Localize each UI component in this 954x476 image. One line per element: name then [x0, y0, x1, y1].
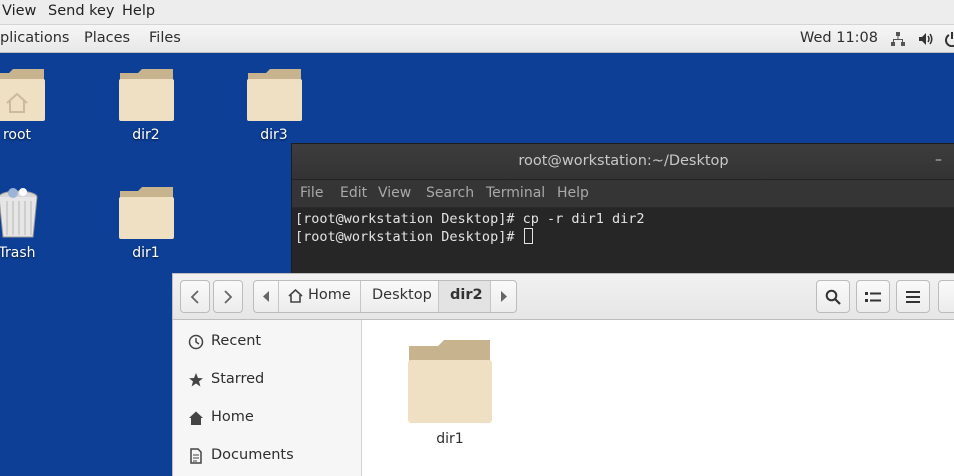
terminal-titlebar[interactable]: root@workstation:~/Desktop – [292, 144, 954, 180]
desktop-icon-label: Trash [0, 245, 36, 261]
terminal-line: [root@workstation Desktop]# cp -r dir1 d… [295, 211, 645, 227]
sidebar-item-label: Home [211, 409, 254, 425]
search-button[interactable] [816, 280, 850, 313]
back-button[interactable] [180, 280, 210, 313]
star-icon [189, 373, 203, 387]
menu-help[interactable]: Help [122, 3, 155, 19]
search-icon [825, 289, 841, 305]
path-label: Home [308, 287, 351, 303]
path-scroll-right-button[interactable] [491, 281, 516, 312]
files-window[interactable]: Home Desktop dir2 Recent Starred Home Do… [172, 273, 954, 476]
terminal-cursor [523, 228, 533, 244]
minimize-icon[interactable]: – [935, 152, 942, 168]
triangle-left-icon [263, 291, 269, 302]
sidebar-item-home[interactable]: Home [173, 399, 362, 437]
gnome-top-bar: plications Places Files Wed 11:08 [0, 25, 954, 53]
triangle-right-icon [501, 291, 507, 302]
path-segment-desktop[interactable]: Desktop [361, 281, 439, 312]
overflow-button[interactable] [938, 280, 954, 313]
applications-menu[interactable]: plications [0, 30, 69, 46]
menu-button[interactable] [896, 280, 930, 313]
file-item-label: dir1 [436, 431, 464, 447]
terminal-window[interactable]: root@workstation:~/Desktop – File Edit V… [291, 143, 954, 284]
desktop-icon-trash[interactable]: Trash [0, 172, 57, 267]
terminal-menu-search[interactable]: Search [426, 185, 474, 201]
folder-icon [119, 187, 174, 239]
sidebar-item-label: Recent [211, 333, 262, 349]
desktop-icon-label: dir3 [260, 127, 288, 143]
desktop-icon-dir2[interactable]: dir2 [106, 54, 186, 149]
clock[interactable]: Wed 11:08 [800, 30, 878, 46]
path-segment-home[interactable]: Home [279, 281, 361, 312]
terminal-menubar: File Edit View Search Terminal Help [292, 180, 954, 208]
terminal-menu-help[interactable]: Help [557, 185, 589, 201]
chevron-right-icon [224, 289, 233, 304]
path-segment-dir2[interactable]: dir2 [439, 281, 491, 312]
clock-icon [188, 334, 204, 350]
sidebar-item-label: Documents [211, 447, 294, 463]
list-view-icon [865, 291, 881, 302]
folder-icon [119, 69, 174, 121]
terminal-menu-file[interactable]: File [300, 185, 323, 201]
sidebar-item-recent[interactable]: Recent [173, 323, 362, 361]
vm-menubar: View Send key Help [0, 0, 954, 25]
network-icon[interactable] [890, 31, 906, 47]
sidebar-item-starred[interactable]: Starred [173, 361, 362, 399]
menu-view[interactable]: View [2, 3, 36, 19]
sidebar-item-documents[interactable]: Documents [173, 437, 362, 475]
view-toggle-button[interactable] [856, 280, 890, 313]
sidebar-item-label: Starred [211, 371, 265, 387]
volume-icon[interactable] [918, 31, 934, 47]
terminal-menu-view[interactable]: View [378, 185, 411, 201]
terminal-menu-terminal[interactable]: Terminal [486, 185, 545, 201]
terminal-line: [root@workstation Desktop]# [295, 229, 523, 245]
power-icon[interactable] [944, 31, 954, 47]
path-scroll-left-button[interactable] [254, 281, 279, 312]
desktop-icon-label: dir1 [132, 245, 160, 261]
files-content[interactable]: dir1 [363, 320, 954, 476]
terminal-menu-edit[interactable]: Edit [340, 185, 367, 201]
desktop-icon-root[interactable]: root [0, 54, 57, 149]
path-label: Desktop [372, 287, 432, 303]
home-icon [288, 289, 303, 303]
folder-icon [408, 340, 492, 423]
chevron-left-icon [190, 289, 199, 304]
files-headerbar: Home Desktop dir2 [173, 274, 954, 320]
terminal-title: root@workstation:~/Desktop [518, 153, 729, 169]
forward-button[interactable] [213, 280, 243, 313]
terminal-prompt-line: [root@workstation Desktop]# [295, 228, 954, 246]
desktop-icon-dir1[interactable]: dir1 [106, 172, 186, 267]
desktop-icon-label: root [2, 127, 32, 143]
places-menu[interactable]: Places [84, 30, 130, 46]
document-icon [190, 448, 202, 464]
path-bar: Home Desktop dir2 [253, 280, 517, 313]
desktop-icon-label: dir2 [132, 127, 160, 143]
menu-send-key[interactable]: Send key [48, 3, 115, 19]
hamburger-menu-icon [906, 290, 920, 303]
trash-icon [0, 188, 38, 238]
path-label: dir2 [450, 287, 483, 303]
folder-icon [247, 69, 302, 121]
home-icon [189, 411, 203, 425]
home-folder-icon [0, 69, 45, 121]
desktop-icon-dir3[interactable]: dir3 [234, 54, 314, 149]
files-sidebar: Recent Starred Home Documents [173, 320, 362, 476]
files-app-menu[interactable]: Files [149, 30, 181, 46]
